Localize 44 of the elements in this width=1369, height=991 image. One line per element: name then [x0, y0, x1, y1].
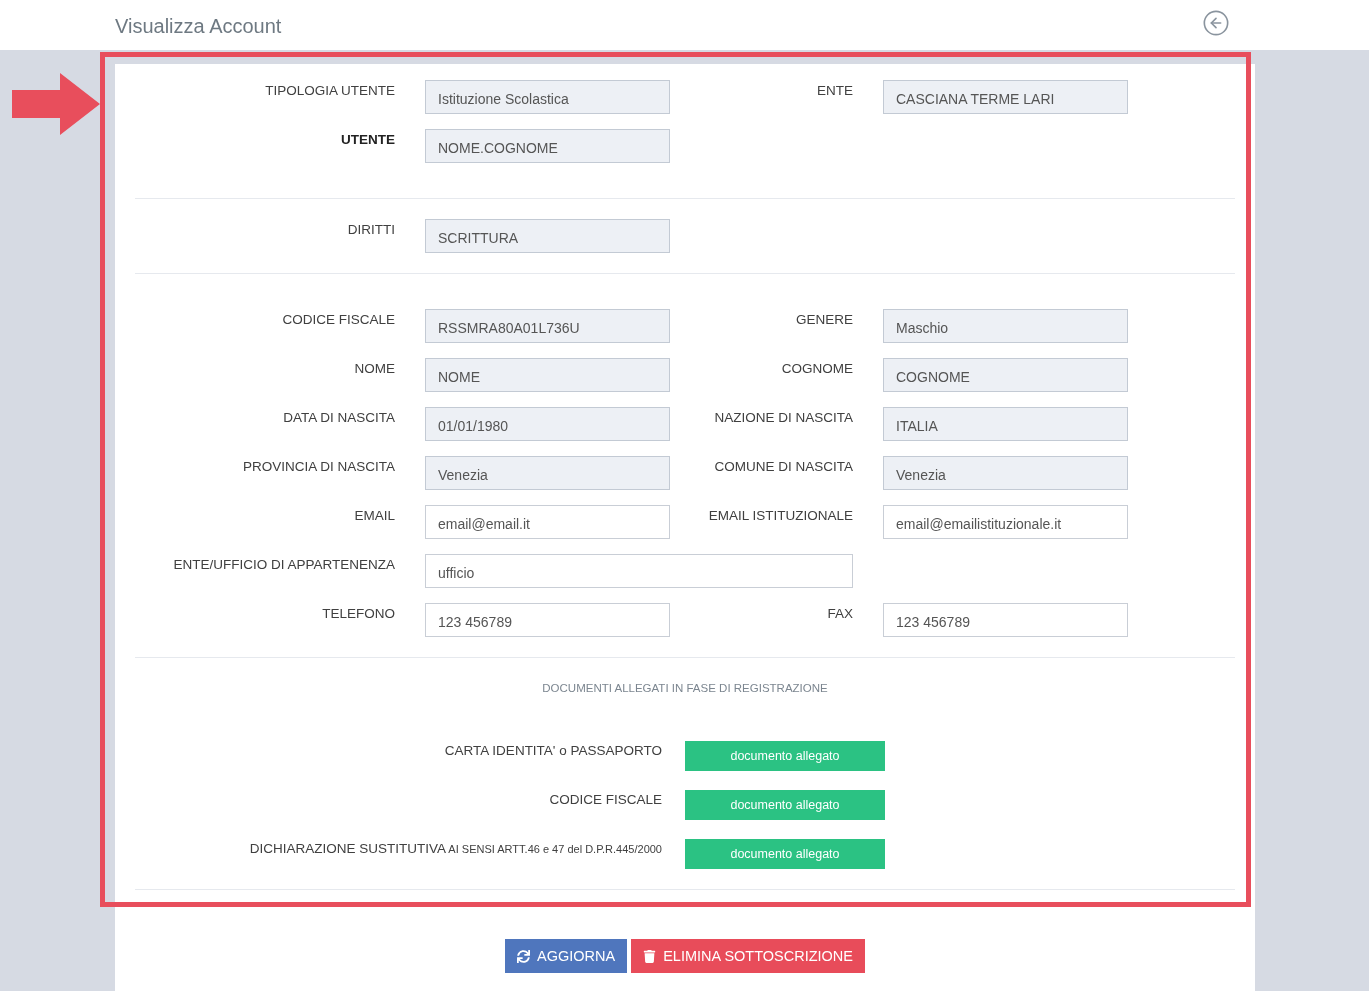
field-label: DATA DI NASCITA: [282, 409, 395, 427]
field-label: COMUNE DI NASCITA: [713, 458, 853, 476]
text-field[interactable]: email@email.it: [425, 505, 670, 539]
field-label: COGNOME: [780, 360, 853, 378]
field-label: FAX: [826, 605, 853, 623]
text-field[interactable]: email@emailistituzionale.it: [883, 505, 1128, 539]
page-title: Visualizza Account: [115, 13, 282, 38]
text-field[interactable]: NOME.COGNOME: [425, 129, 670, 163]
text-field[interactable]: Venezia: [425, 456, 670, 490]
field-label: CODICE FISCALE: [281, 311, 395, 329]
text-field[interactable]: Venezia: [883, 456, 1128, 490]
text-field[interactable]: ufficio: [425, 554, 853, 588]
field-label: ENTE/UFFICIO DI APPARTENENZA: [172, 556, 395, 574]
field-label: EMAIL: [353, 507, 395, 525]
text-field[interactable]: Istituzione Scolastica: [425, 80, 670, 114]
text-field[interactable]: 123 456789: [883, 603, 1128, 637]
field-label: TIPOLOGIA UTENTE: [264, 82, 395, 100]
field-label: NAZIONE DI NASCITA: [713, 409, 853, 427]
field-label: UTENTE: [340, 131, 395, 149]
update-button[interactable]: AGGIORNA: [505, 939, 628, 973]
trash-icon: [643, 949, 657, 963]
text-field[interactable]: NOME: [425, 358, 670, 392]
field-label: NOME: [353, 360, 395, 378]
field-label: TELEFONO: [321, 605, 395, 623]
field-label: GENERE: [795, 311, 853, 329]
text-field[interactable]: COGNOME: [883, 358, 1128, 392]
text-field[interactable]: 123 456789: [425, 603, 670, 637]
delete-button[interactable]: ELIMINA SOTTOSCRIZIONE: [631, 939, 865, 973]
text-field[interactable]: ITALIA: [883, 407, 1128, 441]
text-field[interactable]: CASCIANA TERME LARI: [883, 80, 1128, 114]
back-icon[interactable]: [1202, 9, 1230, 37]
document-label: DICHIARAZIONE SUSTITUTIVA AI SENSI ARTT.46 e 47 del D.P.R.445/2000: [248, 840, 662, 858]
text-field[interactable]: Maschio: [883, 309, 1128, 343]
section-heading: DOCUMENTI ALLEGATI IN FASE DI REGISTRAZIONE: [541, 682, 829, 694]
field-label: EMAIL ISTITUZIONALE: [707, 507, 853, 525]
field-label: PROVINCIA DI NASCITA: [241, 458, 395, 476]
text-field[interactable]: 01/01/1980: [425, 407, 670, 441]
text-field[interactable]: RSSMRA80A01L736U: [425, 309, 670, 343]
text-field[interactable]: SCRITTURA: [425, 219, 670, 253]
document-label: CODICE FISCALE: [548, 791, 662, 809]
field-label: ENTE: [816, 82, 853, 100]
field-label: DIRITTI: [346, 221, 395, 239]
refresh-icon: [517, 949, 530, 963]
document-label: CARTA IDENTITA' o PASSAPORTO: [443, 742, 662, 760]
